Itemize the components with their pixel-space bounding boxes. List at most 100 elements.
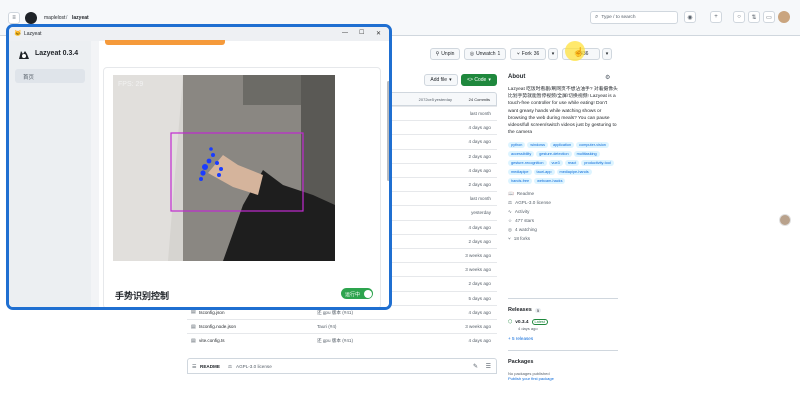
file-name[interactable]: tsconfig.json <box>199 310 225 315</box>
file-name[interactable]: vite.config.ts <box>199 338 225 343</box>
file-row[interactable]: ▤ vite.config.ts 还 gpu 版本 (#41) 4 days ago <box>187 333 497 347</box>
minimize-button[interactable]: — <box>342 30 348 36</box>
about-link-label: Activity <box>514 209 530 215</box>
github-logo-icon[interactable] <box>25 12 37 24</box>
topic-tag[interactable]: multitasking <box>573 151 600 158</box>
edit-icon[interactable]: ✎ <box>473 363 478 370</box>
about-heading: About <box>508 74 526 80</box>
commit-message[interactable]: 还 gpu 版本 (#41) <box>317 338 353 344</box>
repo-owner[interactable]: maplelost <box>44 15 65 21</box>
commit-date: 5 days ago <box>468 295 491 301</box>
release-tag[interactable]: v0.3.4 <box>515 320 528 325</box>
list-icon: ☰ <box>192 364 197 370</box>
toggle-label: 运行中 <box>345 291 361 298</box>
file-name[interactable]: tsconfig.node.json <box>199 324 236 329</box>
app-sidebar: Lazyeat 0.3.4 首页 <box>9 41 91 307</box>
add-file-button[interactable]: Add file ▾ <box>424 74 458 86</box>
releases-heading[interactable]: Releases <box>508 307 532 313</box>
outline-icon[interactable]: ☰ <box>486 363 491 370</box>
close-button[interactable]: ✕ <box>376 30 381 37</box>
code-button[interactable]: <> Code ▾ <box>461 74 497 86</box>
fork-button[interactable]: ⑂ Fork 36 <box>510 48 546 60</box>
topic-tag[interactable]: windows <box>527 142 548 149</box>
add-file-label: Add file <box>430 77 448 83</box>
license-tab[interactable]: AGPL-3.0 license <box>236 364 272 369</box>
latest-badge: Latest <box>531 319 548 325</box>
releases-count: 5 <box>534 307 542 313</box>
gesture-control-title: 手势识别控制 <box>115 291 170 301</box>
fork-dropdown[interactable]: ▾ <box>548 48 558 60</box>
topic-tag[interactable]: computer-vision <box>576 142 609 149</box>
search-icon: ⌕ <box>595 14 599 20</box>
issues-icon[interactable]: ○ <box>733 11 745 23</box>
search-placeholder: Type / to search <box>601 15 636 20</box>
topic-tag[interactable]: accessibility <box>508 151 535 158</box>
packages-panel: Packages No packages published Publish y… <box>508 350 618 381</box>
hand-cursor-icon: ☝ <box>573 47 585 57</box>
fork-label: Fork <box>521 51 532 57</box>
breadcrumb-separator: / <box>66 15 68 21</box>
topic-tag[interactable]: productivity-tool <box>581 160 614 167</box>
about-link[interactable]: 📖 Readme <box>508 189 618 198</box>
top-accent-bar <box>105 40 225 45</box>
about-settings-icon[interactable]: ⚙ <box>605 74 610 81</box>
topic-tag[interactable]: gesture-recognition <box>508 160 547 167</box>
menu-icon[interactable]: ≡ <box>8 12 20 24</box>
commits-link[interactable]: 24 Commits <box>469 97 490 102</box>
topic-tag[interactable]: gesture-detection <box>536 151 572 158</box>
file-icon: ▤ <box>191 309 196 316</box>
topic-tag[interactable]: mediapipe-hands <box>556 169 592 176</box>
gesture-toggle[interactable]: 运行中 <box>341 288 373 299</box>
commit-date: 4 days ago <box>468 224 491 230</box>
star-dropdown[interactable]: ▾ <box>602 48 612 60</box>
unwatch-label: Unwatch <box>476 51 496 57</box>
commit-date: 2 days ago <box>468 182 491 187</box>
about-link[interactable]: ⚖ AGPL-3.0 license <box>508 198 618 207</box>
unwatch-button[interactable]: ◎ Unwatch 1 <box>464 48 506 60</box>
user-avatar[interactable] <box>778 11 790 23</box>
unpin-button[interactable]: ⚲ Unpin <box>430 48 460 60</box>
topic-tag[interactable]: react <box>564 160 580 167</box>
readme-tab[interactable]: README <box>200 364 220 369</box>
file-row[interactable]: ▤ tsconfig.node.json Tauri (#4) 3 weeks ago <box>187 319 497 333</box>
about-link[interactable]: ☆ 477 stars <box>508 216 618 225</box>
copilot-icon[interactable]: ◉ <box>684 11 696 23</box>
publish-package-link[interactable]: Publish your first package <box>508 376 618 381</box>
about-link[interactable]: ∿ Activity <box>508 207 618 216</box>
commit-date: 4 days ago <box>468 309 491 315</box>
code-label: <> Code <box>467 77 487 83</box>
pull-requests-icon[interactable]: ⇅ <box>748 11 760 23</box>
commit-date: 4 days ago <box>468 139 491 145</box>
commit-date: 4 days ago <box>468 125 491 131</box>
window-titlebar[interactable]: 🐱 Lazyeat — ☐ ✕ <box>9 27 389 41</box>
file-icon: ▤ <box>191 323 196 330</box>
commit-message[interactable]: Tauri (#4) <box>317 324 336 329</box>
about-description: Lazyeat 吃饭时看剧/刷网页不想沾油手? 对着摄像头比划手势就能暂停视频/… <box>508 87 618 136</box>
topic-tag[interactable]: webcam-hacks <box>534 178 566 185</box>
scrollbar[interactable] <box>387 81 389 181</box>
topic-tag[interactable]: application <box>549 142 575 149</box>
create-new-icon[interactable]: + <box>710 11 722 23</box>
commit-hash[interactable]: 2072ce5 <box>419 97 434 102</box>
more-releases-link[interactable]: + 5 releases <box>508 336 618 341</box>
nav-home[interactable]: 首页 <box>15 69 85 83</box>
eye-icon: ◎ <box>469 51 475 57</box>
packages-heading[interactable]: Packages <box>508 359 618 365</box>
about-link[interactable]: ⑂ 18 forks <box>508 234 618 243</box>
repo-name[interactable]: lazyeat <box>72 15 89 21</box>
topic-tag[interactable]: hands-free <box>508 178 533 185</box>
topic-tag[interactable]: python <box>508 142 526 149</box>
commit-date: 3 weeks ago <box>465 267 491 273</box>
app-main-content: FPS: 29 手势识别控制 运行中 <box>99 40 389 307</box>
topic-tag[interactable]: vue3 <box>548 160 563 167</box>
maximize-button[interactable]: ☐ <box>359 29 364 36</box>
search-input[interactable]: ⌕ Type / to search <box>590 11 678 24</box>
topic-tag[interactable]: tauri-app <box>533 169 555 176</box>
commit-message[interactable]: 还 gpu 版本 (#41) <box>317 310 353 316</box>
watch-count: 1 <box>497 51 501 57</box>
commit-date: yesterday <box>471 210 491 216</box>
about-link[interactable]: ◎ 4 watching <box>508 225 618 234</box>
commit-date: last month <box>469 196 491 202</box>
topic-tag[interactable]: mediapipe <box>508 169 532 176</box>
inbox-icon[interactable]: ▭ <box>763 11 775 23</box>
